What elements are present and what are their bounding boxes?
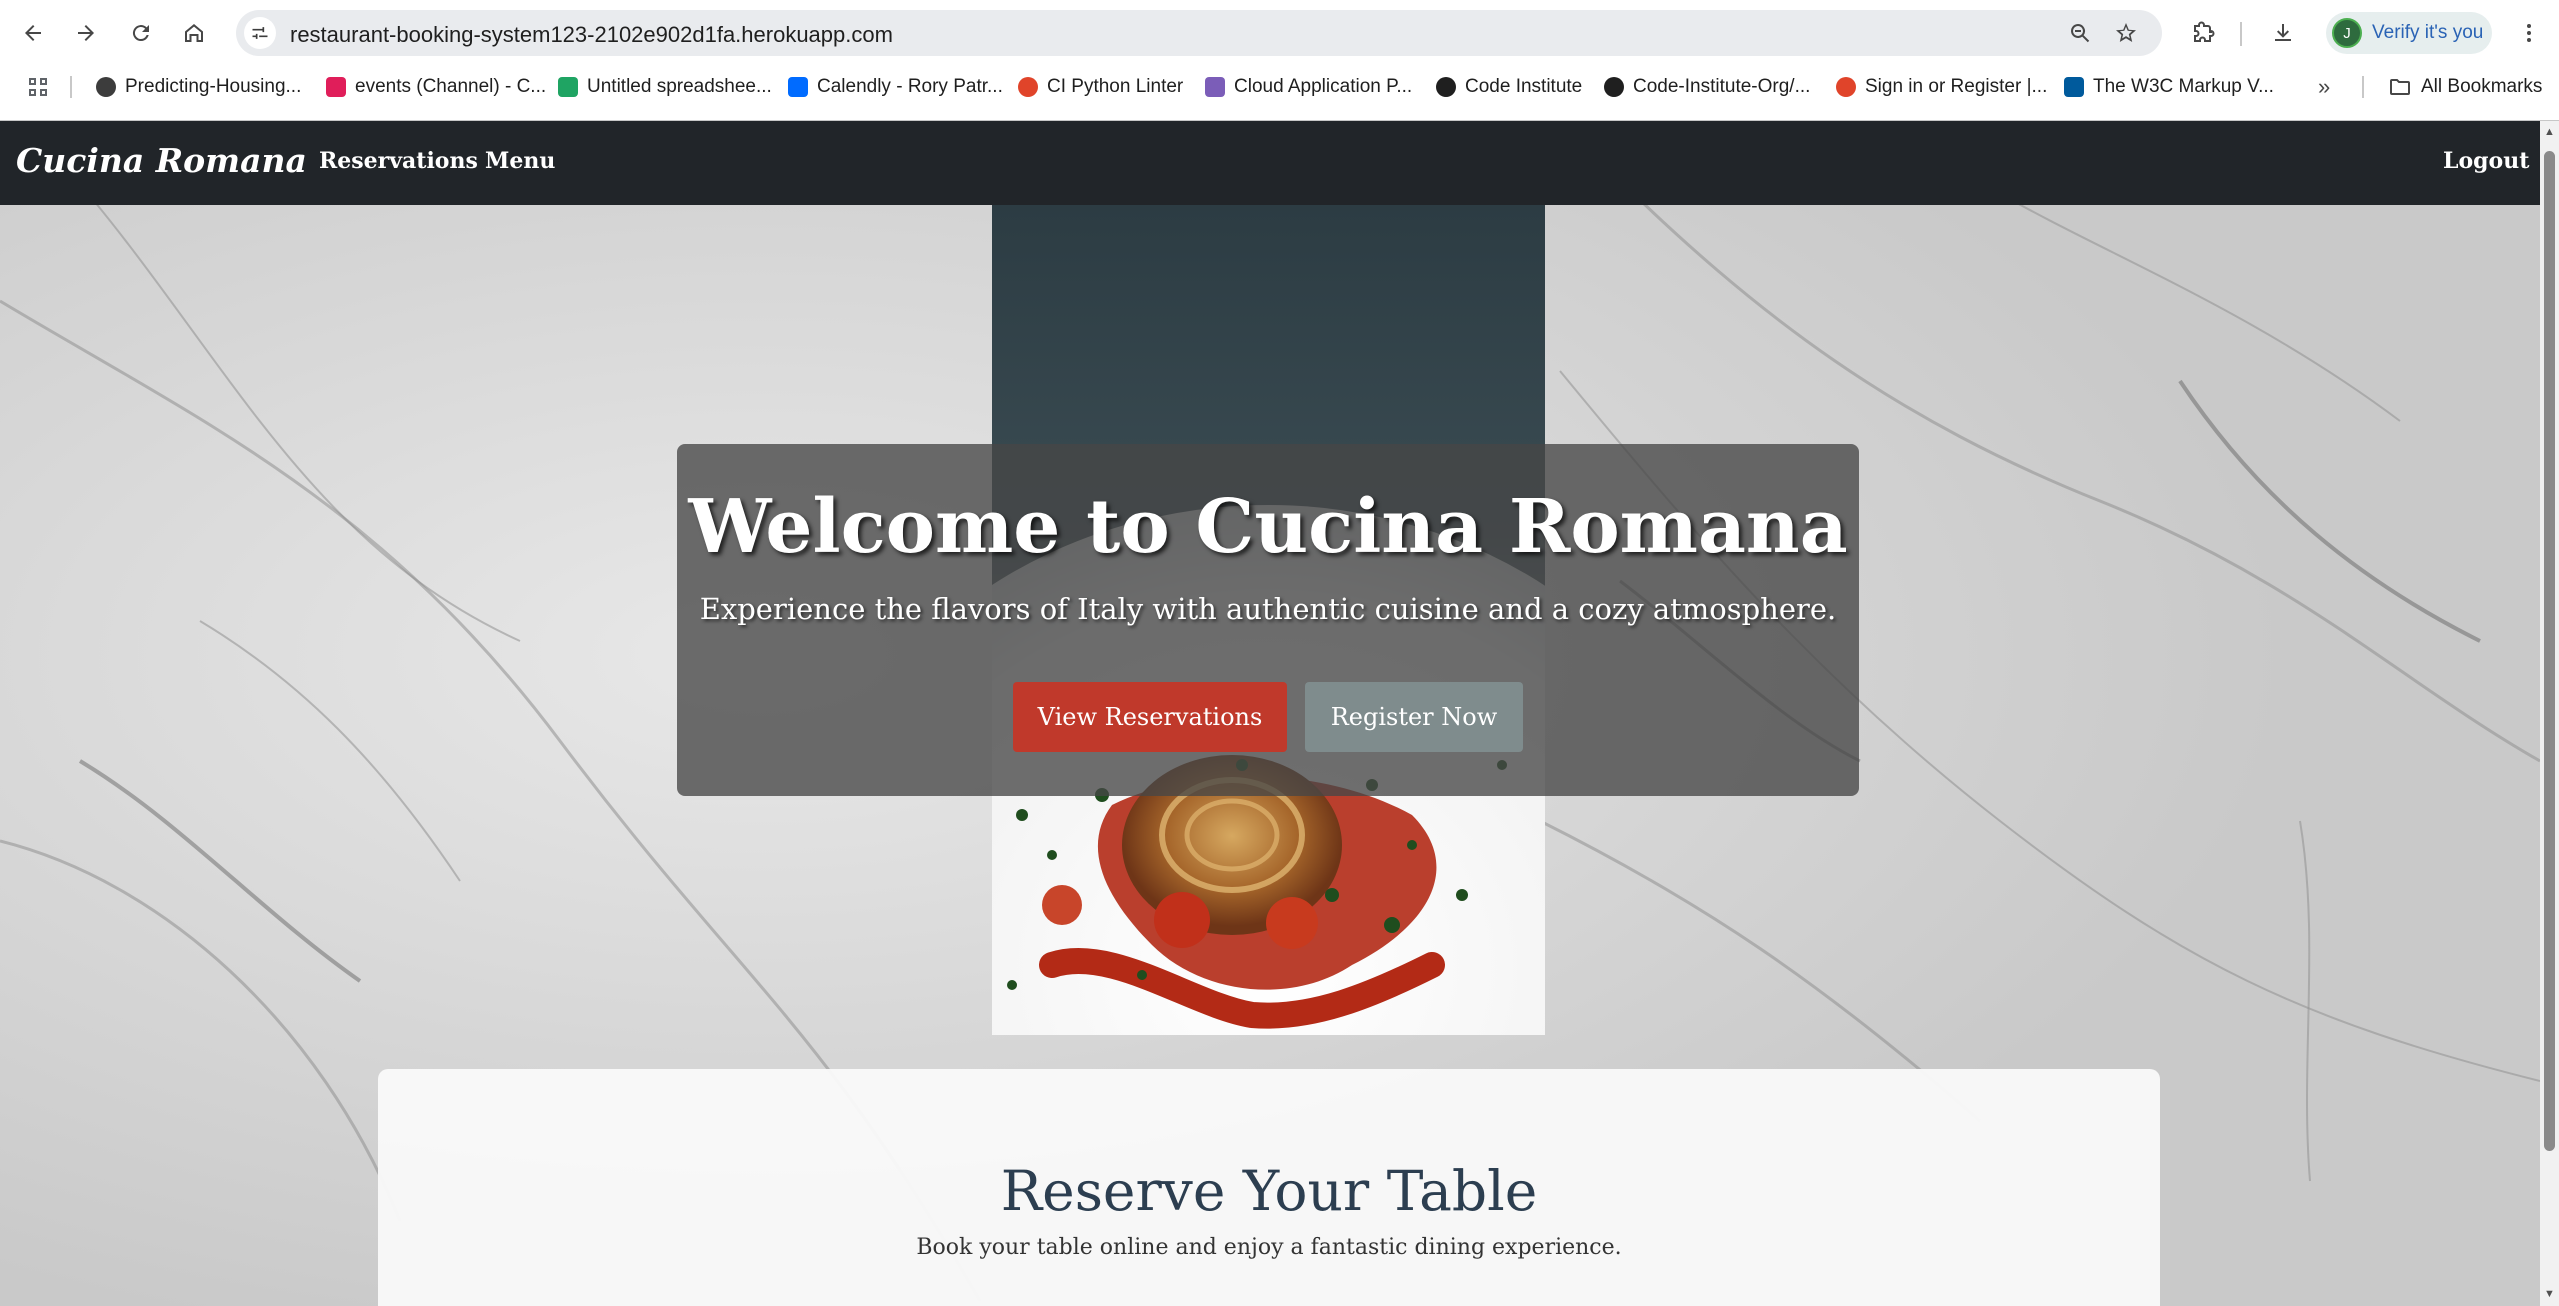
forward-arrow-icon [78,25,94,41]
heroku-icon [1205,77,1225,97]
logout-link[interactable]: Logout [2443,148,2529,174]
reload-button[interactable] [124,16,158,50]
bookmark-label: Predicting-Housing... [125,76,302,97]
ci-icon [1018,77,1038,97]
bookmark-item[interactable]: Cloud Application P... [1205,74,1412,100]
profile-verify-button[interactable]: J Verify it's you [2326,12,2492,54]
bookmark-label: The W3C Markup V... [2093,76,2274,97]
folder-icon [2390,79,2410,95]
star-icon [2116,23,2136,42]
bookmark-label: Cloud Application P... [1234,76,1413,97]
back-arrow-icon [25,25,41,41]
all-bookmarks-label: All Bookmarks [2421,76,2543,97]
reserve-title: Reserve Your Table [1000,1159,1538,1223]
home-button[interactable] [177,16,211,50]
bookmark-label: CI Python Linter [1047,76,1184,97]
bookmark-item[interactable]: Calendly - Rory Patr... [788,74,1003,100]
bookmark-item[interactable]: The W3C Markup V... [2064,74,2274,100]
page-scrollbar[interactable]: ▲ ▼ [2540,121,2559,1306]
bookmark-item[interactable]: Code-Institute-Org/... [1604,74,1810,100]
bookmark-label: Code Institute [1465,76,1583,97]
bookmarks-divider [2362,76,2364,98]
double-chevron-icon: » [2318,74,2331,99]
github-icon [1436,77,1456,97]
browser-menu-button[interactable] [2512,16,2546,50]
drive-icon [558,77,578,97]
bookmarks-divider [70,76,72,98]
more-vert-icon [2527,24,2531,42]
scroll-up-icon[interactable]: ▲ [2544,127,2555,138]
all-bookmarks-button[interactable]: All Bookmarks [2388,74,2542,100]
view-reservations-button[interactable]: View Reservations [1013,682,1287,752]
apps-grid-icon [29,78,47,96]
slack-icon [326,77,346,97]
globe-icon [96,77,116,97]
scroll-down-icon[interactable]: ▼ [2544,1289,2555,1300]
bookmark-item[interactable]: Untitled spreadshee... [558,74,772,100]
bookmark-star-button[interactable] [2112,19,2140,47]
site-info-button[interactable] [244,17,276,49]
browser-toolbar: restaurant-booking-system123-2102e902d1f… [0,0,2559,66]
tune-icon [252,27,268,39]
avatar: J [2332,18,2362,48]
bookmark-label: Calendly - Rory Patr... [817,76,1003,97]
extensions-button[interactable] [2186,16,2220,50]
bookmark-label: Sign in or Register |... [1865,76,2048,97]
github-icon [1604,77,1624,97]
downloads-button[interactable] [2266,16,2300,50]
nav-reservations-link[interactable]: Reservations [319,148,478,174]
brand-logo-link[interactable]: Cucina Romana [16,141,307,180]
calendly-icon [788,77,808,97]
puzzle-icon [2194,21,2215,42]
site-navbar: Cucina Romana Reservations Menu Logout [0,121,2540,205]
bookmark-label: events (Channel) - C... [355,76,547,97]
zoom-button[interactable] [2066,19,2094,47]
bookmark-item[interactable]: events (Channel) - C... [326,74,546,100]
zoom-out-icon [2071,24,2090,43]
register-now-button[interactable]: Register Now [1305,682,1523,752]
forward-button[interactable] [69,16,103,50]
scroll-thumb[interactable] [2544,151,2555,1151]
web-page: Cucina Romana Reservations Menu Logout W… [0,121,2540,1306]
hero-subtitle: Experience the flavors of Italy with aut… [699,592,1837,626]
reload-icon [132,25,149,42]
w3c-icon [2064,77,2084,97]
reserve-subtitle: Book your table online and enjoy a fanta… [916,1235,1622,1260]
download-icon [2275,24,2291,41]
url-text[interactable]: restaurant-booking-system123-2102e902d1f… [290,22,893,48]
bookmark-item[interactable]: Predicting-Housing... [96,74,301,100]
toolbar-divider [2240,22,2242,46]
home-icon [185,24,203,42]
bookmark-label: Code-Institute-Org/... [1633,76,1811,97]
hero-overlay: Welcome to Cucina Romana Experience the … [677,444,1859,796]
verify-label: Verify it's you [2372,22,2484,43]
bookmark-item[interactable]: Sign in or Register |... [1836,74,2047,100]
hero-title: Welcome to Cucina Romana [688,484,1848,570]
address-bar[interactable]: restaurant-booking-system123-2102e902d1f… [236,10,2162,56]
bookmark-item[interactable]: CI Python Linter [1018,74,1183,100]
browser-chrome: restaurant-booking-system123-2102e902d1f… [0,0,2559,121]
bookmark-label: Untitled spreadshee... [587,76,772,97]
apps-button[interactable] [26,74,50,100]
bookmarks-overflow-button[interactable]: » [2318,74,2330,100]
nav-menu-link[interactable]: Menu [485,148,555,174]
ci-icon [1836,77,1856,97]
reserve-section: Reserve Your Table Book your table onlin… [378,1069,2160,1306]
back-button[interactable] [16,16,50,50]
bookmarks-bar: Predicting-Housing... events (Channel) - … [0,66,2559,108]
bookmark-item[interactable]: Code Institute [1436,74,1582,100]
